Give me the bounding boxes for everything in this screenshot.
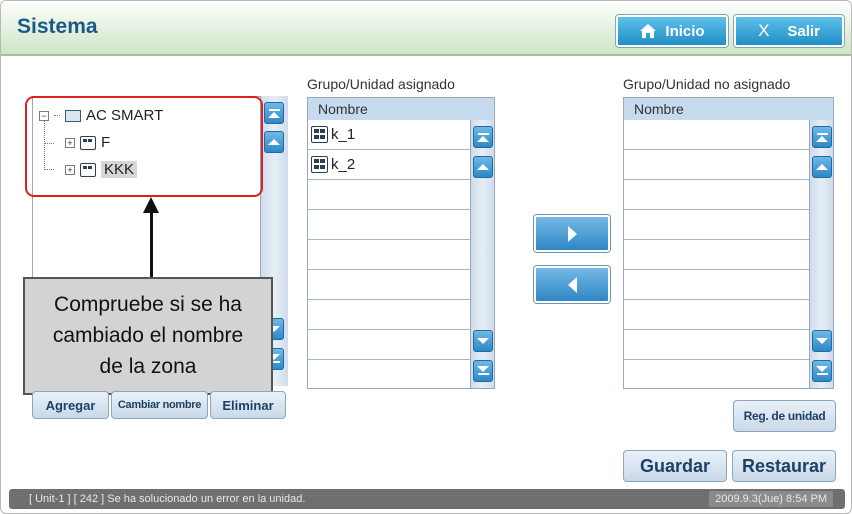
list-row-empty [624,150,811,180]
home-button[interactable]: Inicio [616,15,728,47]
rename-button[interactable]: Cambiar nombre [111,391,208,419]
list-row-empty [308,330,472,360]
list-row-empty [624,300,811,330]
list-item-label: k_2 [331,156,356,173]
list-row-empty [624,240,811,270]
list-row-empty [308,180,472,210]
add-button[interactable]: Agregar [32,391,109,419]
assigned-title: Grupo/Unidad asignado [307,76,455,92]
scroll-top-button[interactable] [473,126,493,148]
unassigned-list[interactable]: Nombre [623,97,834,389]
unassigned-scrollbar[interactable] [809,120,833,388]
unit-icon [311,126,328,143]
move-right-button[interactable] [534,215,610,252]
unit-icon [311,156,328,173]
highlight-box [25,96,263,197]
save-button[interactable]: Guardar [623,450,727,482]
exit-button[interactable]: X Salir [734,15,844,47]
assigned-column-header: Nombre [308,98,494,120]
status-datetime: 2009.9.3(Jue) 8:54 PM [709,491,833,507]
restore-button[interactable]: Restaurar [732,450,836,482]
list-row-empty [624,330,811,360]
list-row-empty [624,180,811,210]
arrow-left-icon [567,276,577,293]
scroll-down-button[interactable] [473,330,493,352]
list-row-empty [308,210,472,240]
unassigned-title: Grupo/Unidad no asignado [623,76,791,92]
unassigned-column-header: Nombre [624,98,833,120]
list-row-empty [624,270,811,300]
callout-line: cambiado el nombre [52,324,244,347]
status-bar: [ Unit-1 ] [ 242 ] Se ha solucionado un … [9,489,845,509]
exit-button-label: Salir [787,22,820,40]
home-icon [640,24,657,38]
scroll-top-button[interactable] [264,102,284,124]
list-row-empty [624,120,811,150]
page-title: Sistema [17,15,98,38]
header-bar: Sistema Inicio X Salir [1,1,851,56]
list-row-empty [308,240,472,270]
register-unit-button[interactable]: Reg. de unidad [733,400,836,432]
list-item[interactable]: k_1 [308,120,472,150]
status-message: [ Unit-1 ] [ 242 ] Se ha solucionado un … [29,493,306,505]
list-row-empty [624,210,811,240]
arrow-right-icon [567,225,577,242]
list-row-empty [308,270,472,300]
scroll-up-button[interactable] [812,156,832,178]
home-button-label: Inicio [665,22,705,40]
scroll-bottom-button[interactable] [473,360,493,382]
scroll-up-button[interactable] [264,131,284,153]
close-icon: X [758,21,770,40]
list-row-empty [308,300,472,330]
move-left-button[interactable] [534,266,610,303]
callout-note: Compruebe si se ha cambiado el nombre de… [23,277,273,395]
scroll-up-button[interactable] [473,156,493,178]
list-item[interactable]: k_2 [308,150,472,180]
scroll-top-button[interactable] [812,126,832,148]
callout-line: de la zona [99,355,197,378]
assigned-scrollbar[interactable] [470,120,494,388]
arrow-shaft [150,211,153,277]
scroll-bottom-button[interactable] [812,360,832,382]
list-item-label: k_1 [331,126,356,143]
callout-line: Compruebe si se ha [54,293,242,316]
assigned-list[interactable]: Nombre k_1 k_2 [307,97,495,389]
app-window: Sistema Inicio X Salir − AC SMART + F + … [0,0,852,514]
scroll-down-button[interactable] [812,330,832,352]
delete-button[interactable]: Eliminar [210,391,286,419]
